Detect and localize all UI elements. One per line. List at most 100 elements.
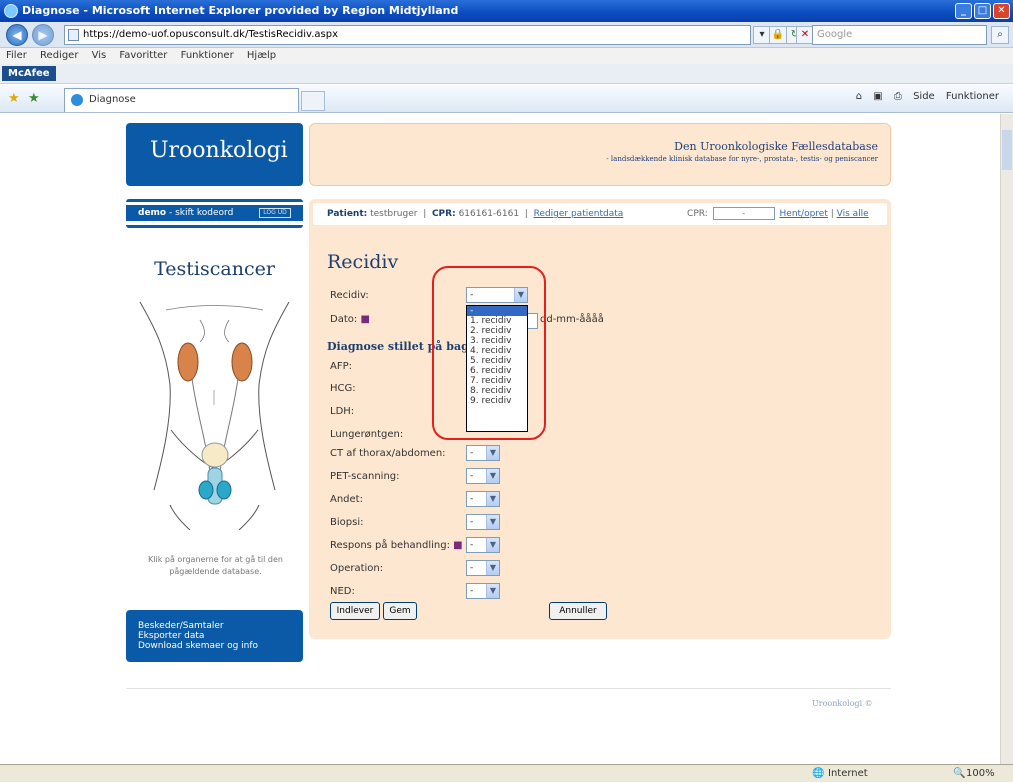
security-zone: Internet	[828, 768, 868, 779]
logout-button[interactable]: LOG UD	[259, 208, 291, 218]
ie-logo-icon	[4, 4, 18, 18]
ned-select[interactable]: - ▼	[466, 583, 500, 599]
maximize-button[interactable]: □	[974, 3, 991, 19]
link-download[interactable]: Download skemaer og info	[138, 641, 303, 651]
status-bar: 🌐 Internet 🔍 100%	[0, 764, 1013, 782]
ct-select[interactable]: - ▼	[466, 445, 500, 461]
anatomy-illustration	[139, 301, 290, 530]
window-title: Diagnose - Microsoft Internet Explorer p…	[22, 4, 459, 17]
other-label: Andet:	[330, 494, 363, 505]
other-select[interactable]: - ▼	[466, 491, 500, 507]
comment-icon: ■	[360, 314, 370, 325]
disease-title: Testiscancer	[154, 258, 275, 280]
biopsy-label: Biopsi:	[330, 517, 364, 528]
chevron-down-icon: ▼	[486, 515, 499, 529]
comment-icon: ■	[453, 540, 463, 551]
search-input[interactable]: Google	[812, 25, 987, 45]
home-icon[interactable]: ⌂	[856, 91, 862, 102]
forward-button[interactable]: ▶	[32, 24, 54, 46]
feeds-icon[interactable]: ▣	[873, 91, 882, 102]
link-export[interactable]: Eksporter data	[138, 631, 303, 641]
save-button[interactable]: Gem	[383, 602, 417, 620]
operation-select[interactable]: - ▼	[466, 560, 500, 576]
response-label: Respons på behandling: ■	[330, 540, 463, 551]
menu-help[interactable]: Hjælp	[247, 50, 276, 61]
back-button[interactable]: ◀	[6, 24, 28, 46]
chevron-down-icon: ▼	[486, 584, 499, 598]
side-links: Beskeder/Samtaler Eksporter data Downloa…	[126, 610, 303, 662]
menu-edit[interactable]: Rediger	[40, 50, 78, 61]
mcafee-toolbar: McAfee	[0, 64, 1013, 84]
zoom-icon[interactable]: 🔍	[953, 765, 965, 783]
right-kidney[interactable]	[231, 342, 253, 382]
bladder[interactable]	[201, 442, 229, 468]
add-favorite-icon[interactable]: ★	[28, 91, 40, 106]
lock-icon[interactable]: 🔒	[769, 26, 787, 44]
menu-tools[interactable]: Funktioner	[181, 50, 234, 61]
left-testis[interactable]	[198, 480, 214, 500]
tools-menu[interactable]: Funktioner	[946, 91, 999, 102]
recidiv-label: Recidiv:	[330, 290, 369, 301]
biopsy-select[interactable]: - ▼	[466, 514, 500, 530]
site-logo[interactable]: Uroonkologi	[126, 123, 303, 186]
hcg-label: HCG:	[330, 383, 356, 394]
patient-name: testbruger	[370, 209, 418, 219]
header-subtitle: - landsdækkende klinisk database for nyr…	[606, 155, 878, 163]
minimize-button[interactable]: _	[955, 3, 972, 19]
chevron-down-icon: ▼	[486, 492, 499, 506]
page-title: Recidiv	[327, 251, 399, 273]
organ-hint: Klik på organerne for at gå til den pågæ…	[148, 555, 283, 576]
afp-label: AFP:	[330, 361, 352, 372]
ldh-label: LDH:	[330, 406, 355, 417]
pet-label: PET-scanning:	[330, 471, 400, 482]
link-messages[interactable]: Beskeder/Samtaler	[138, 621, 303, 631]
change-password-link[interactable]: skift kodeord	[175, 208, 233, 218]
highlight-annotation	[432, 266, 546, 440]
menu-favorites[interactable]: Favoritter	[119, 50, 167, 61]
url-field[interactable]: https://demo-uof.opusconsult.dk/TestisRe…	[64, 25, 751, 45]
left-kidney[interactable]	[177, 342, 199, 382]
page-icon	[68, 29, 79, 41]
operation-label: Operation:	[330, 563, 384, 574]
cancel-button[interactable]: Annuller	[549, 602, 607, 620]
patient-cpr: 616161-6161	[458, 209, 520, 219]
menu-view[interactable]: Vis	[92, 50, 107, 61]
vertical-scrollbar[interactable]	[1000, 114, 1013, 764]
print-icon[interactable]: ⎙	[894, 91, 902, 102]
window-titlebar: Diagnose - Microsoft Internet Explorer p…	[0, 0, 1013, 22]
globe-icon: 🌐	[812, 768, 825, 779]
zoom-level[interactable]: 100%	[966, 765, 995, 783]
command-bar: ⌂ ▣ ⎙ Side Funktioner	[848, 91, 999, 102]
page-menu[interactable]: Side	[913, 91, 935, 102]
ct-label: CT af thorax/abdomen:	[330, 448, 446, 459]
menu-bar: Filer Rediger Vis Favoritter Funktioner …	[0, 48, 1013, 64]
show-all-link[interactable]: Vis alle	[837, 209, 869, 219]
login-box: demo - skift kodeord LOG UD	[126, 199, 303, 232]
site-header: Den Uroonkologiske Fællesdatabase - land…	[309, 123, 891, 186]
header-title: Den Uroonkologiske Fællesdatabase	[674, 140, 878, 153]
tab-diagnose[interactable]: Diagnose	[64, 88, 299, 112]
edit-patient-link[interactable]: Rediger patientdata	[534, 209, 624, 219]
submit-button[interactable]: Indlever	[330, 602, 380, 620]
favorites-star-icon[interactable]: ★	[8, 91, 20, 106]
close-button[interactable]: ✕	[993, 3, 1010, 19]
search-icon[interactable]: ⌕	[991, 26, 1009, 44]
address-bar: ◀ ▶ https://demo-uof.opusconsult.dk/Test…	[0, 22, 1013, 48]
cpr-search-input[interactable]: -	[712, 207, 775, 220]
mcafee-button[interactable]: McAfee	[2, 66, 56, 81]
menu-file[interactable]: Filer	[6, 50, 27, 61]
fetch-create-link[interactable]: Hent/opret	[780, 209, 828, 219]
right-testis[interactable]	[216, 480, 232, 500]
ned-label: NED:	[330, 586, 355, 597]
footer-text: Uroonkologi ©	[812, 699, 873, 708]
response-select[interactable]: - ▼	[466, 537, 500, 553]
pet-select[interactable]: - ▼	[466, 468, 500, 484]
tab-row: ★ ★ Diagnose ⌂ ▣ ⎙ Side Funktioner	[0, 85, 1013, 113]
patient-bar: Patient: testbruger | CPR: 616161-6161 |…	[309, 199, 891, 229]
date-format-hint: dd-mm-åååå	[540, 314, 604, 325]
chevron-down-icon: ▼	[486, 446, 499, 460]
chevron-down-icon: ▼	[486, 538, 499, 552]
footer-divider	[126, 688, 891, 689]
scrollbar-thumb[interactable]	[1002, 130, 1012, 170]
new-tab-button[interactable]	[301, 91, 325, 111]
